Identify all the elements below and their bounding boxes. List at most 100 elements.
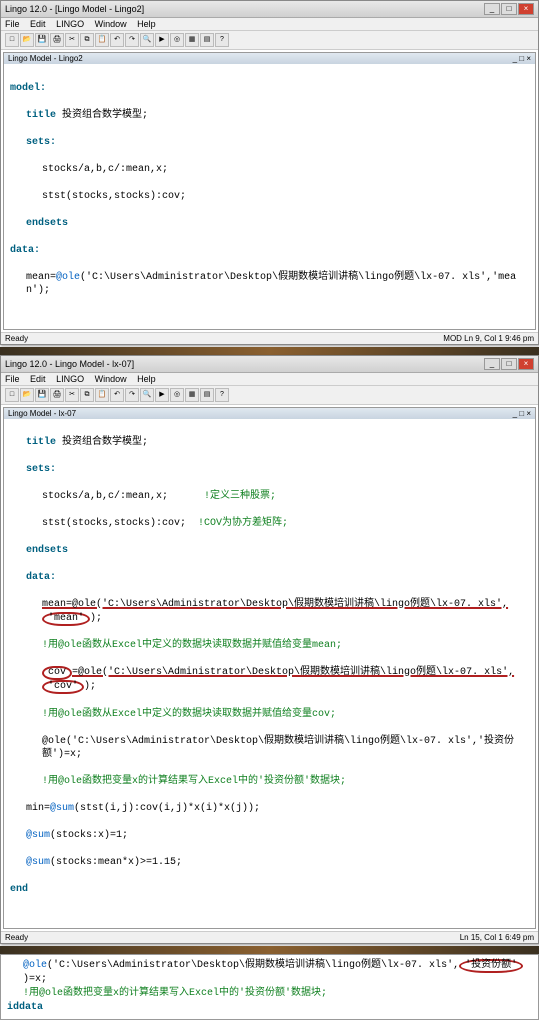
titlebar[interactable]: Lingo 12.0 - Lingo Model - lx-07] _ □ × xyxy=(1,356,538,373)
tool-open-icon[interactable]: 📂 xyxy=(20,388,34,402)
tool-open-icon[interactable]: 📂 xyxy=(20,33,34,47)
tool-redo-icon[interactable]: ↷ xyxy=(125,388,139,402)
inner-window: Lingo Model - lx-07 _ □ × title 投资组合数学模型… xyxy=(3,407,536,929)
kw-endsets: endsets xyxy=(26,218,68,229)
circ-cov: cov xyxy=(42,666,72,680)
tool-find-icon[interactable]: 🔍 xyxy=(140,33,154,47)
menu-help[interactable]: Help xyxy=(137,19,156,29)
window-title: Lingo 12.0 - Lingo Model - lx-07] xyxy=(5,359,134,369)
window-bottom: Lingo 12.0 - Lingo Model - lx-07] _ □ × … xyxy=(0,355,539,944)
menu-file[interactable]: File xyxy=(5,374,20,384)
tool-redo-icon[interactable]: ↷ xyxy=(125,33,139,47)
circ-mean: 'mean' xyxy=(42,612,90,626)
tool-chart-icon[interactable]: ▤ xyxy=(200,33,214,47)
code-line: stst(stocks,stocks):cov; xyxy=(42,191,186,202)
menubar: File Edit LINGO Window Help xyxy=(1,18,538,31)
extra-snippet: @ole('C:\Users\Administrator\Desktop\假期数… xyxy=(0,954,539,1020)
menu-edit[interactable]: Edit xyxy=(30,19,46,29)
menu-window[interactable]: Window xyxy=(95,19,127,29)
tool-undo-icon[interactable]: ↶ xyxy=(110,33,124,47)
inner-titlebar[interactable]: Lingo Model - lx-07 _ □ × xyxy=(4,408,535,419)
status-right: Ln 15, Col 1 6:49 pm xyxy=(460,933,534,942)
tool-copy-icon[interactable]: ⧉ xyxy=(80,33,94,47)
fn-sum: @sum xyxy=(26,830,50,841)
tool-help-icon[interactable]: ? xyxy=(215,388,229,402)
tool-find-icon[interactable]: 🔍 xyxy=(140,388,154,402)
code-editor-1[interactable]: model: title 投资组合数学模型; sets: stocks/a,b,… xyxy=(4,64,535,329)
minimize-button[interactable]: _ xyxy=(484,358,500,370)
menu-file[interactable]: File xyxy=(5,19,20,29)
menu-window[interactable]: Window xyxy=(95,374,127,384)
statusbar: Ready MOD Ln 9, Col 1 9:46 pm xyxy=(1,332,538,344)
minimize-button[interactable]: _ xyxy=(484,3,500,15)
code-line: @ole('C:\Users\Administrator\Desktop\假期数… xyxy=(42,736,514,761)
inner-title-text: Lingo Model - Lingo2 xyxy=(8,54,83,63)
inner-window: Lingo Model - Lingo2 _ □ × model: title … xyxy=(3,52,536,330)
menu-lingo[interactable]: LINGO xyxy=(56,374,84,384)
tool-new-icon[interactable]: □ xyxy=(5,33,19,47)
tool-run-icon[interactable]: ▶ xyxy=(155,388,169,402)
circ-invest: '投资份额' xyxy=(459,959,523,973)
text: ); xyxy=(90,613,102,624)
status-right: MOD Ln 9, Col 1 9:46 pm xyxy=(443,334,534,343)
text: (stst(i,j):cov(i,j)*x(i)*x(j)); xyxy=(74,803,260,814)
status-left: Ready xyxy=(5,933,28,942)
comment: !定义三种股票; xyxy=(204,491,276,502)
menu-help[interactable]: Help xyxy=(137,374,156,384)
code-line: stocks/a,b,c/:mean,x; xyxy=(42,491,168,502)
menu-edit[interactable]: Edit xyxy=(30,374,46,384)
menubar: File Edit LINGO Window Help xyxy=(1,373,538,386)
kw-iddata: iddata xyxy=(7,1002,43,1013)
tool-copy-icon[interactable]: ⧉ xyxy=(80,388,94,402)
comment: !用@ole函数把变量x的计算结果写入Excel中的'投资份额'数据块; xyxy=(42,776,346,787)
code-editor-2[interactable]: title 投资组合数学模型; sets: stocks/a,b,c/:mean… xyxy=(4,419,535,928)
tool-new-icon[interactable]: □ xyxy=(5,388,19,402)
tool-print-icon[interactable]: 🖨 xyxy=(50,388,64,402)
comment: !COV为协方差矩阵; xyxy=(198,518,288,529)
text: min= xyxy=(26,803,50,814)
tool-target-icon[interactable]: ◎ xyxy=(170,388,184,402)
tool-undo-icon[interactable]: ↶ xyxy=(110,388,124,402)
separator xyxy=(0,946,539,954)
titlebar[interactable]: Lingo 12.0 - [Lingo Model - Lingo2] _ □ … xyxy=(1,1,538,18)
tool-help-icon[interactable]: ? xyxy=(215,33,229,47)
tool-paste-icon[interactable]: 📋 xyxy=(95,388,109,402)
tool-run-icon[interactable]: ▶ xyxy=(155,33,169,47)
text: (stocks:mean*x)>=1.15; xyxy=(50,857,182,868)
tool-save-icon[interactable]: 💾 xyxy=(35,388,49,402)
close-button[interactable]: × xyxy=(518,3,534,15)
text: (stocks:x)=1; xyxy=(50,830,128,841)
tool-paste-icon[interactable]: 📋 xyxy=(95,33,109,47)
fn-ole: @ole xyxy=(56,272,80,283)
fn-ole: @ole xyxy=(23,960,47,971)
tool-cut-icon[interactable]: ✂ xyxy=(65,388,79,402)
tool-target-icon[interactable]: ◎ xyxy=(170,33,184,47)
window-title: Lingo 12.0 - [Lingo Model - Lingo2] xyxy=(5,4,144,14)
tool-print-icon[interactable]: 🖨 xyxy=(50,33,64,47)
separator xyxy=(0,347,539,355)
close-button[interactable]: × xyxy=(518,358,534,370)
window-top: Lingo 12.0 - [Lingo Model - Lingo2] _ □ … xyxy=(0,0,539,345)
hl-mean: mean=@ole('C:\Users\Administrator\Deskto… xyxy=(42,599,508,610)
comment: !用@ole函数从Excel中定义的数据块读取数据并赋值给变量mean; xyxy=(42,640,342,651)
window-controls: _ □ × xyxy=(484,358,534,370)
tool-grid-icon[interactable]: ▦ xyxy=(185,388,199,402)
inner-controls: _ □ × xyxy=(513,54,531,63)
kw-title: title xyxy=(26,110,56,121)
inner-titlebar[interactable]: Lingo Model - Lingo2 _ □ × xyxy=(4,53,535,64)
tool-chart-icon[interactable]: ▤ xyxy=(200,388,214,402)
tool-save-icon[interactable]: 💾 xyxy=(35,33,49,47)
toolbar: □ 📂 💾 🖨 ✂ ⧉ 📋 ↶ ↷ 🔍 ▶ ◎ ▦ ▤ ? xyxy=(1,31,538,50)
tool-grid-icon[interactable]: ▦ xyxy=(185,33,199,47)
text: ); xyxy=(84,681,96,692)
code-text: ('C:\Users\Administrator\Desktop\假期数模培训讲… xyxy=(26,272,516,297)
comment: !用@ole函数把变量x的计算结果写入Excel中的'投资份额'数据块; xyxy=(23,988,327,999)
maximize-button[interactable]: □ xyxy=(501,3,517,15)
text: 投资组合数学模型; xyxy=(62,110,148,121)
kw-sets: sets: xyxy=(26,464,56,475)
status-left: Ready xyxy=(5,334,28,343)
menu-lingo[interactable]: LINGO xyxy=(56,19,84,29)
fn-sum: @sum xyxy=(50,803,74,814)
maximize-button[interactable]: □ xyxy=(501,358,517,370)
tool-cut-icon[interactable]: ✂ xyxy=(65,33,79,47)
